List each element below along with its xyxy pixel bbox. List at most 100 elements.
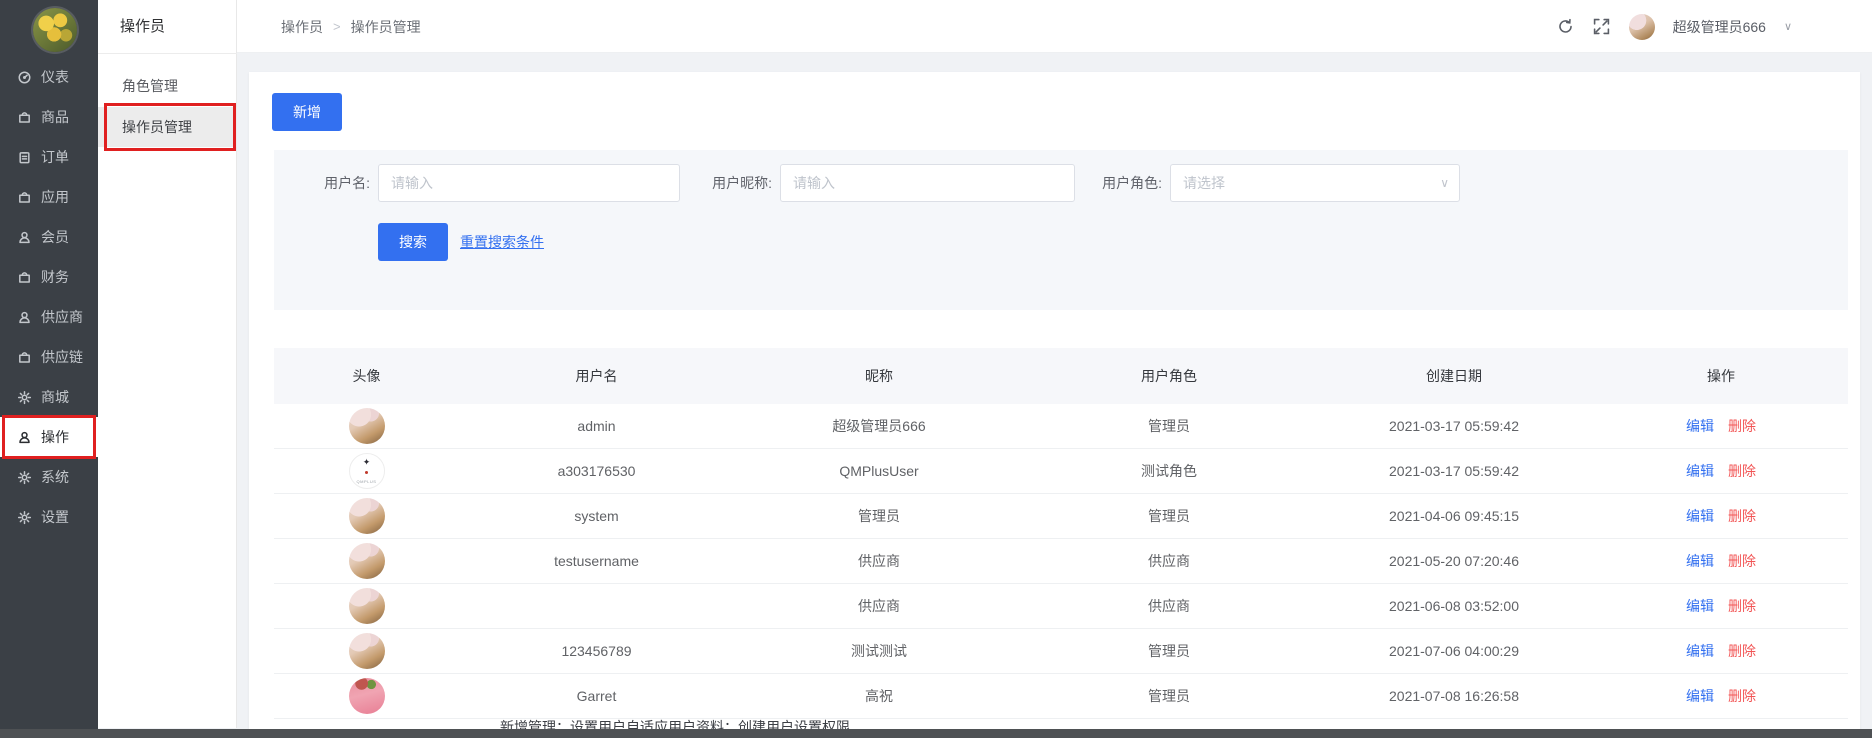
sidebar-item-操作[interactable]: 操作 bbox=[0, 417, 98, 457]
submenu-title: 操作员 bbox=[120, 0, 165, 53]
role-placeholder: 请选择 bbox=[1183, 173, 1225, 193]
search-button[interactable]: 搜索 bbox=[378, 223, 448, 261]
cell-created: 2021-04-06 09:45:15 bbox=[1314, 508, 1594, 524]
secondary-sidebar: 操作员 角色管理操作员管理 bbox=[98, 0, 237, 728]
user-avatar bbox=[349, 633, 385, 669]
nickname-label: 用户昵称: bbox=[652, 164, 772, 202]
sidebar-item-应用[interactable]: 应用 bbox=[0, 177, 98, 217]
sidebar-item-财务[interactable]: 财务 bbox=[0, 257, 98, 297]
refresh-icon[interactable] bbox=[1557, 18, 1575, 36]
breadcrumb-separator-icon: > bbox=[333, 19, 341, 34]
table-row: testusername供应商供应商2021-05-20 07:20:46编辑删… bbox=[274, 539, 1848, 584]
chevron-down-icon[interactable]: ∨ bbox=[1784, 20, 1792, 33]
sidebar-item-供应链[interactable]: 供应链 bbox=[0, 337, 98, 377]
user-avatar bbox=[349, 588, 385, 624]
gear-icon bbox=[17, 390, 32, 405]
cell-role: 管理员 bbox=[1024, 506, 1314, 526]
edit-link[interactable]: 编辑 bbox=[1686, 553, 1714, 569]
gear-icon bbox=[17, 470, 32, 485]
username-input[interactable]: 请输入 bbox=[378, 164, 680, 202]
gauge-icon bbox=[17, 70, 32, 85]
role-select[interactable]: 请选择 ∨ bbox=[1170, 164, 1460, 202]
cell-created: 2021-05-20 07:20:46 bbox=[1314, 553, 1594, 569]
delete-link[interactable]: 删除 bbox=[1728, 418, 1756, 434]
add-button[interactable]: 新增 bbox=[272, 93, 342, 131]
app-logo[interactable] bbox=[33, 8, 77, 52]
reset-search-link[interactable]: 重置搜索条件 bbox=[460, 223, 544, 261]
cell-username: a303176530 bbox=[459, 463, 734, 479]
users-table: 头像用户名昵称用户角色创建日期操作 admin超级管理员666管理员2021-0… bbox=[274, 348, 1848, 719]
user-avatar[interactable] bbox=[1629, 14, 1655, 40]
cell-username: admin bbox=[459, 418, 734, 434]
sidebar-item-仪表[interactable]: 仪表 bbox=[0, 57, 98, 97]
bottom-edge-strip bbox=[0, 729, 1872, 738]
table-row: ✦QMPLUSa303176530QMPlusUser测试角色2021-03-1… bbox=[274, 449, 1848, 494]
user-avatar bbox=[349, 543, 385, 579]
breadcrumb-item-current: 操作员管理 bbox=[351, 17, 421, 37]
submenu-item-角色管理[interactable]: 角色管理 bbox=[98, 66, 237, 106]
breadcrumb: 操作员 > 操作员管理 bbox=[281, 0, 421, 53]
edit-link[interactable]: 编辑 bbox=[1686, 508, 1714, 524]
delete-link[interactable]: 删除 bbox=[1728, 508, 1756, 524]
top-header: 操作员 > 操作员管理 超级管理员666 ∨ bbox=[237, 0, 1872, 53]
delete-link[interactable]: 删除 bbox=[1728, 553, 1756, 569]
submenu-divider bbox=[98, 53, 237, 54]
column-header-操作: 操作 bbox=[1594, 366, 1848, 386]
primary-sidebar: 仪表商品订单应用会员财务供应商供应链商城操作系统设置 bbox=[0, 0, 98, 738]
edit-link[interactable]: 编辑 bbox=[1686, 418, 1714, 434]
username-label: 用户名: bbox=[250, 164, 370, 202]
edit-link[interactable]: 编辑 bbox=[1686, 688, 1714, 704]
edit-link[interactable]: 编辑 bbox=[1686, 598, 1714, 614]
cell-username: system bbox=[459, 508, 734, 524]
edit-link[interactable]: 编辑 bbox=[1686, 463, 1714, 479]
cell-role: 管理员 bbox=[1024, 686, 1314, 706]
cutoff-note: 新增管理：设置用户自适应用户资料；创建用户设置权限 bbox=[500, 717, 1140, 729]
user-icon bbox=[17, 430, 32, 445]
cell-username: 123456789 bbox=[459, 643, 734, 659]
sidebar-item-商城[interactable]: 商城 bbox=[0, 377, 98, 417]
cell-created: 2021-06-08 03:52:00 bbox=[1314, 598, 1594, 614]
sidebar-item-订单[interactable]: 订单 bbox=[0, 137, 98, 177]
sidebar-item-label: 商品 bbox=[41, 107, 69, 127]
column-header-创建日期: 创建日期 bbox=[1314, 366, 1594, 386]
cell-nickname: 超级管理员666 bbox=[734, 416, 1024, 436]
user-icon bbox=[17, 230, 32, 245]
sidebar-item-会员[interactable]: 会员 bbox=[0, 217, 98, 257]
bag-icon bbox=[17, 350, 32, 365]
fullscreen-icon[interactable] bbox=[1593, 18, 1611, 36]
cell-username: Garret bbox=[459, 688, 734, 704]
sidebar-item-商品[interactable]: 商品 bbox=[0, 97, 98, 137]
cell-created: 2021-07-08 16:26:58 bbox=[1314, 688, 1594, 704]
edit-link[interactable]: 编辑 bbox=[1686, 643, 1714, 659]
user-name[interactable]: 超级管理员666 bbox=[1673, 17, 1766, 37]
sidebar-item-设置[interactable]: 设置 bbox=[0, 497, 98, 537]
sidebar-item-label: 供应商 bbox=[41, 307, 83, 327]
cell-role: 管理员 bbox=[1024, 416, 1314, 436]
sidebar-item-供应商[interactable]: 供应商 bbox=[0, 297, 98, 337]
clipboard-icon bbox=[17, 150, 32, 165]
bag-icon bbox=[17, 110, 32, 125]
sidebar-item-label: 仪表 bbox=[41, 67, 69, 87]
cell-created: 2021-07-06 04:00:29 bbox=[1314, 643, 1594, 659]
cell-nickname: 测试测试 bbox=[734, 641, 1024, 661]
delete-link[interactable]: 删除 bbox=[1728, 598, 1756, 614]
cell-nickname: 供应商 bbox=[734, 551, 1024, 571]
cell-nickname: QMPlusUser bbox=[734, 463, 1024, 479]
user-avatar bbox=[349, 498, 385, 534]
delete-link[interactable]: 删除 bbox=[1728, 643, 1756, 659]
submenu-item-操作员管理[interactable]: 操作员管理 bbox=[98, 107, 237, 147]
cell-created: 2021-03-17 05:59:42 bbox=[1314, 463, 1594, 479]
cell-role: 供应商 bbox=[1024, 551, 1314, 571]
delete-link[interactable]: 删除 bbox=[1728, 463, 1756, 479]
bag-icon bbox=[17, 270, 32, 285]
sidebar-item-label: 商城 bbox=[41, 387, 69, 407]
nickname-input[interactable]: 请输入 bbox=[780, 164, 1075, 202]
username-placeholder: 请输入 bbox=[391, 173, 433, 193]
sidebar-item-label: 系统 bbox=[41, 467, 69, 487]
table-header-row: 头像用户名昵称用户角色创建日期操作 bbox=[274, 348, 1848, 404]
delete-link[interactable]: 删除 bbox=[1728, 688, 1756, 704]
sidebar-item-系统[interactable]: 系统 bbox=[0, 457, 98, 497]
breadcrumb-item-first[interactable]: 操作员 bbox=[281, 17, 323, 37]
nickname-placeholder: 请输入 bbox=[793, 173, 835, 193]
cell-role: 测试角色 bbox=[1024, 461, 1314, 481]
